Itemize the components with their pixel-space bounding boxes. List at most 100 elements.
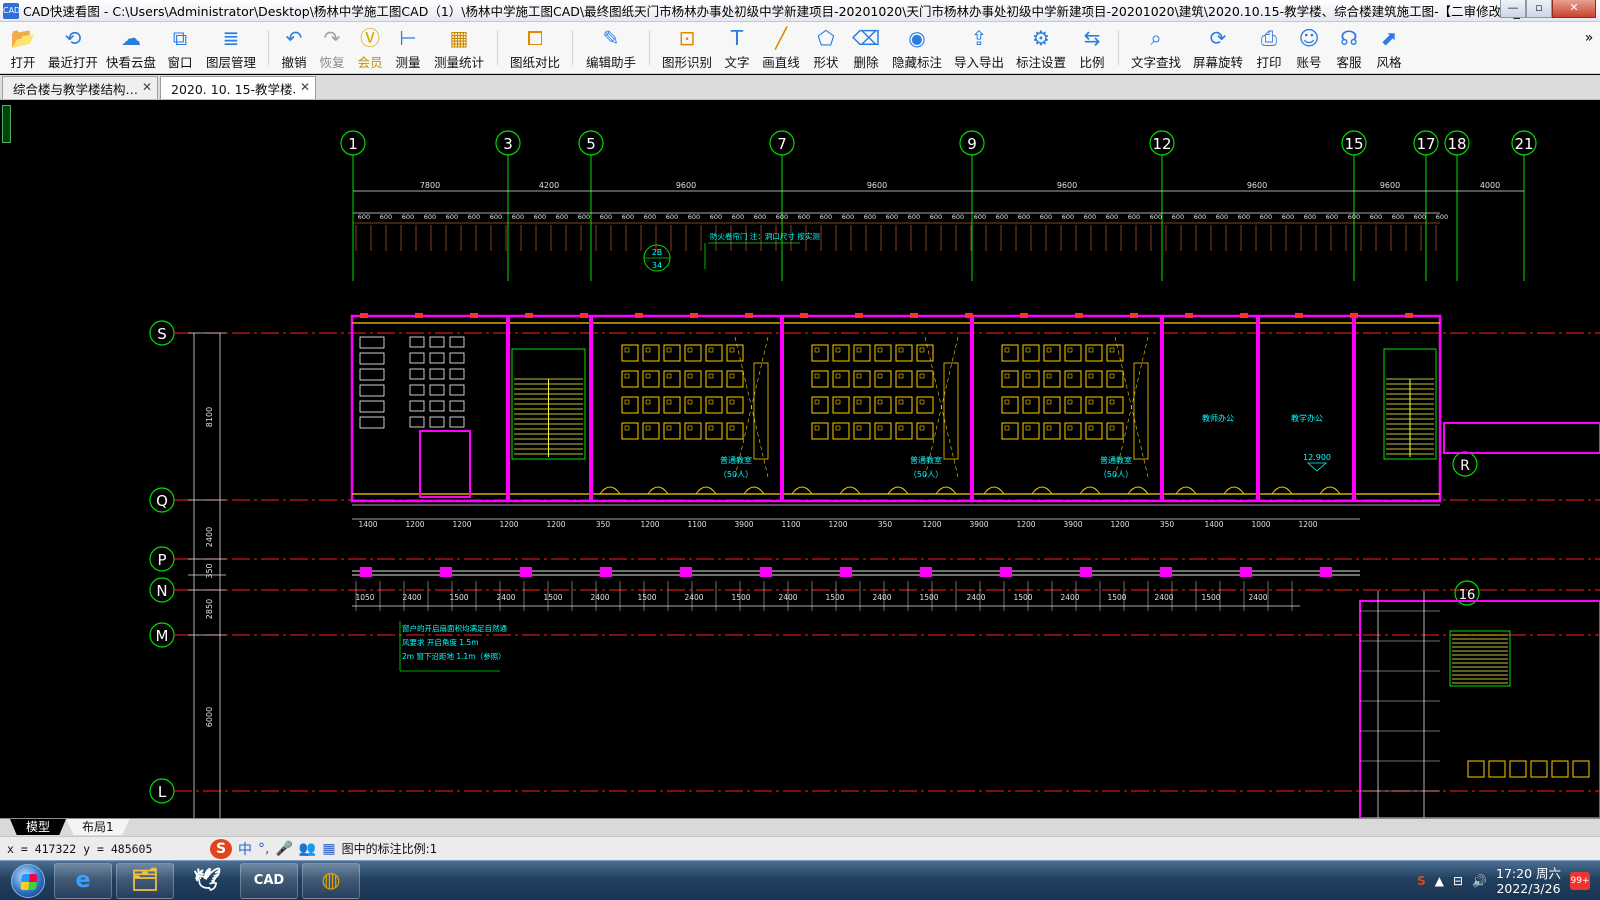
toolbar-erase-button[interactable]: ⌫ 删除 <box>846 22 886 74</box>
toolbar-layers-button[interactable]: ≣ 图层管理 <box>200 22 262 74</box>
toolbar-style-button[interactable]: ⬈ 风格 <box>1369 22 1409 74</box>
taskbar-app-file-explorer[interactable]: 🗂 <box>116 862 174 899</box>
chair <box>1046 347 1052 353</box>
dim-text-bottom-row1: 1200 <box>1298 520 1317 529</box>
toolbar-edit-helper-button[interactable]: ✎ 编辑助手 <box>579 22 643 74</box>
door-swing <box>1319 486 1341 495</box>
desk <box>726 396 744 414</box>
dim-text-top-row2: 600 <box>1304 213 1316 221</box>
desk <box>1001 370 1019 388</box>
chair <box>1109 347 1115 353</box>
toolbar-annot-settings-button[interactable]: ⚙ 标注设置 <box>1010 22 1072 74</box>
dim-text-top-row1: 4000 <box>1480 181 1500 190</box>
window-mark-top <box>965 313 973 318</box>
desk <box>684 422 702 440</box>
desk <box>1022 422 1040 440</box>
network-icon[interactable]: ⊟ <box>1453 874 1463 888</box>
toolbar-measure-stats-button[interactable]: ▦ 测量统计 <box>427 22 491 74</box>
start-button[interactable] <box>6 861 50 900</box>
door-swing <box>695 486 717 495</box>
toolbar-separator <box>649 30 650 65</box>
partition-wall <box>589 316 593 501</box>
ime-chinese-mode-icon[interactable]: 中 <box>238 839 252 859</box>
windows-logo-icon <box>11 863 45 898</box>
toolbar-label: 快看云盘 <box>105 55 156 70</box>
dim-text-top-row2: 600 <box>974 213 986 221</box>
tray-overflow-icon[interactable]: ▲ <box>1435 874 1444 888</box>
toolbar-shape-button[interactable]: ⬠ 形状 <box>806 22 846 74</box>
dim-text-top-row2: 600 <box>1172 213 1184 221</box>
blackboard <box>943 362 959 460</box>
sogou-ime-icon[interactable]: S <box>210 838 232 859</box>
ime-toolbar[interactable]: S 中 °, 🎤 👥 ▦ <box>210 838 336 859</box>
sogou-tray-icon[interactable]: S <box>1417 874 1426 888</box>
chair <box>624 373 630 379</box>
ime-voice-icon[interactable]: 🎤 <box>275 841 292 857</box>
toolbar-window-button[interactable]: ⧉ 窗口 <box>160 22 200 74</box>
chair <box>898 425 904 431</box>
toolbar-shape-recognize-button[interactable]: ⊡ 图形识别 <box>656 22 718 74</box>
dim-text-bottom-row2: 1500 <box>731 593 750 602</box>
ime-user-icon[interactable]: 👥 <box>299 841 316 857</box>
window-mark-top <box>855 313 863 318</box>
dim-text-bottom-row1: 1400 <box>1204 520 1223 529</box>
dim-text-top-row2: 600 <box>1238 213 1250 221</box>
dim-text-top-row2: 600 <box>1260 213 1272 221</box>
toolbar-undo-button[interactable]: ↶ 撤销 <box>275 22 313 74</box>
close-button[interactable]: ✕ <box>1552 0 1596 18</box>
taskbar-app-internet-explorer[interactable]: e <box>54 862 112 899</box>
chair <box>1046 373 1052 379</box>
taskbar-app-feishu-bird[interactable]: 🕊 <box>178 863 236 899</box>
chair <box>814 399 820 405</box>
toolbar-redo-button[interactable]: ↷ 恢复 <box>313 22 351 74</box>
toolbar-scale-button[interactable]: ⇆ 比例 <box>1072 22 1112 74</box>
toolbar-print-button[interactable]: ⎙ 打印 <box>1249 22 1289 74</box>
toolbar-label: 图形识别 <box>661 55 712 70</box>
toolbar-overflow-button[interactable]: » <box>1578 22 1600 74</box>
toolbar-measure-button[interactable]: ⊢ 测量 <box>389 22 427 74</box>
taskbar-app-cad-viewer[interactable]: CAD <box>240 862 298 899</box>
floor-plan-drawing[interactable]: 1 3 5 7 9 12 15 17 18 21 7800 4200 9600 9600 9600 9600 9… <box>0 101 1600 818</box>
rotate-screen-icon: ⟳ <box>1209 26 1227 50</box>
toolbar-vip-button[interactable]: Ⓥ 会员 <box>351 22 389 74</box>
partition-wall <box>506 316 510 501</box>
toolbar-text-search-button[interactable]: ⌕ 文字查找 <box>1125 22 1187 74</box>
chair <box>729 399 735 405</box>
toolbar-support-button[interactable]: ☊ 客服 <box>1329 22 1369 74</box>
toolbar-line-button[interactable]: ╱ 画直线 <box>756 22 806 74</box>
drawing-canvas[interactable]: 1 3 5 7 9 12 15 17 18 21 7800 4200 9600 9600 9600 9600 9… <box>0 101 1600 818</box>
toolbar-rotate-button[interactable]: ⟳ 屏幕旋转 <box>1187 22 1249 74</box>
desk <box>1022 344 1040 362</box>
layout-tab-layout1[interactable]: 布局1 <box>66 819 130 835</box>
dim-text-top-row2: 600 <box>402 213 414 221</box>
clock[interactable]: 17:20 周六 2022/3/26 <box>1496 866 1561 896</box>
partition-wall <box>780 316 784 501</box>
toolbar-compare-button[interactable]: ⧠ 图纸对比 <box>504 22 566 74</box>
toolbar-label: 标注设置 <box>1015 55 1066 70</box>
notification-badge[interactable]: 99+ <box>1570 871 1590 890</box>
toolbar-account-button[interactable]: ☺ 账号 <box>1289 22 1329 74</box>
taskbar-app-chrome[interactable]: ◍ <box>302 862 360 899</box>
dim-text-top-row2: 600 <box>622 213 634 221</box>
toolbar-hide-annot-button[interactable]: ◉ 隐藏标注 <box>886 22 948 74</box>
toolbar-text-button[interactable]: T 文字 <box>718 22 756 74</box>
ime-toolbox-icon[interactable]: ▦ <box>322 841 335 857</box>
tab-architecture-drawing[interactable]: 2020. 10. 15-教学楼、… ✕ <box>160 76 316 99</box>
tab-structure-drawing[interactable]: 综合楼与教学楼结构… ✕ <box>2 76 158 99</box>
toolbar-label: 客服 <box>1336 55 1362 70</box>
layout-tab-model[interactable]: 模型 <box>10 819 67 835</box>
toolbar-recent-button[interactable]: ⟲ 最近打开 <box>44 22 102 74</box>
minimize-button[interactable]: — <box>1500 0 1526 18</box>
toolbar-open-button[interactable]: 📂 打开 <box>2 22 44 74</box>
dim-text-top-row2: 600 <box>820 213 832 221</box>
tab-close-icon[interactable]: ✕ <box>300 80 310 94</box>
toolbar-cloud-button[interactable]: ☁ 快看云盘 <box>102 22 160 74</box>
toolbar-import-export-button[interactable]: ⇪ 导入导出 <box>948 22 1010 74</box>
tab-close-icon[interactable]: ✕ <box>142 80 152 94</box>
door-swing <box>1127 486 1149 495</box>
restore-button[interactable]: ▫ <box>1526 0 1552 18</box>
volume-icon[interactable]: 🔊 <box>1472 874 1487 888</box>
desk <box>1085 422 1103 440</box>
toilet-fixture <box>429 352 445 364</box>
ime-punctuation-icon[interactable]: °, <box>258 841 269 857</box>
